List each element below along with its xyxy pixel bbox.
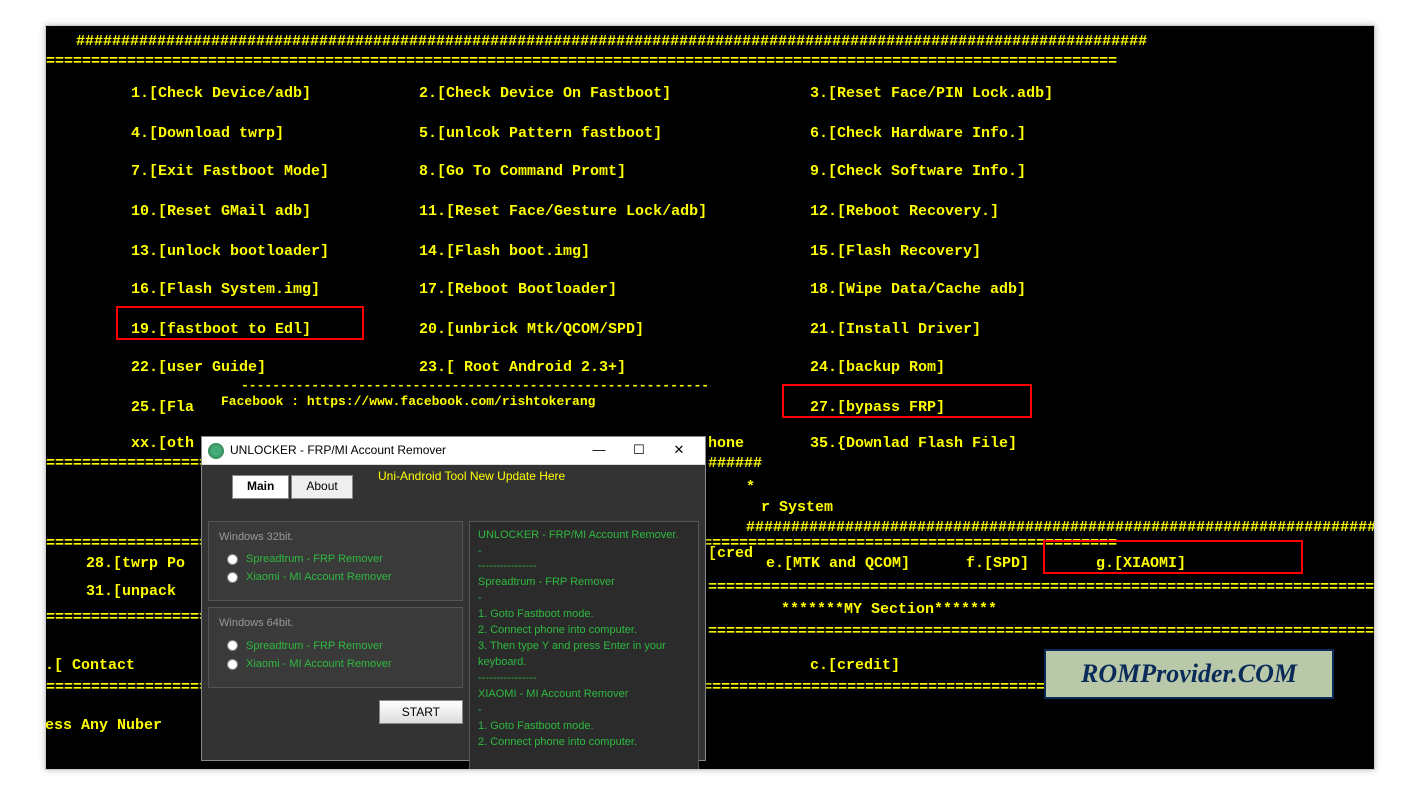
dash-2: ========================================… bbox=[46, 454, 216, 474]
frag-star: * bbox=[746, 478, 755, 498]
tab-about[interactable]: About bbox=[291, 475, 352, 499]
frag-cred: [cred bbox=[708, 544, 753, 564]
menu-14[interactable]: 14.[Flash boot.img] bbox=[419, 242, 590, 262]
maximize-button[interactable]: ☐ bbox=[619, 438, 659, 464]
menu-7[interactable]: 7.[Exit Fastboot Mode] bbox=[131, 162, 329, 182]
press-any: ress Any Nuber bbox=[45, 716, 162, 736]
dash-4: ========================================… bbox=[708, 578, 1375, 598]
group-32-title: Windows 32bit. bbox=[219, 530, 452, 544]
menu-28[interactable]: 28.[twrp Po bbox=[86, 554, 185, 574]
dash-mid: ----------------------------------------… bbox=[241, 378, 711, 395]
watermark-badge: ROMProvider.COM bbox=[1044, 649, 1334, 699]
dash-bar-1: ========================================… bbox=[46, 52, 1375, 72]
menu-xx[interactable]: xx.[oth bbox=[131, 434, 194, 454]
opt-a[interactable]: a.[ Contact bbox=[45, 656, 135, 676]
highlight-27 bbox=[782, 384, 1032, 418]
radio-64-xiaomi[interactable]: Xiaomi - MI Account Remover bbox=[227, 657, 452, 671]
dash-5: ========================================… bbox=[46, 608, 216, 628]
menu-25[interactable]: 25.[Fla bbox=[131, 398, 194, 418]
highlight-19 bbox=[116, 306, 364, 340]
radio-icon bbox=[227, 572, 238, 583]
menu-18[interactable]: 18.[Wipe Data/Cache adb] bbox=[810, 280, 1026, 300]
menu-13[interactable]: 13.[unlock bootloader] bbox=[131, 242, 329, 262]
start-button[interactable]: START bbox=[379, 700, 463, 724]
facebook-link[interactable]: Facebook : https://www.facebook.com/rish… bbox=[221, 394, 595, 411]
minimize-button[interactable]: — bbox=[579, 438, 619, 464]
menu-16[interactable]: 16.[Flash System.img] bbox=[131, 280, 320, 300]
left-panel: Windows 32bit. Spreadtrum - FRP Remover … bbox=[208, 521, 463, 770]
menu-8[interactable]: 8.[Go To Command Promt] bbox=[419, 162, 626, 182]
menu-2[interactable]: 2.[Check Device On Fastboot] bbox=[419, 84, 671, 104]
opt-e[interactable]: e.[MTK and QCOM] bbox=[766, 554, 910, 574]
menu-1[interactable]: 1.[Check Device/adb] bbox=[131, 84, 311, 104]
log-panel: UNLOCKER - FRP/MI Account Remover. - ---… bbox=[469, 521, 699, 770]
titlebar[interactable]: UNLOCKER - FRP/MI Account Remover — ☐ ✕ bbox=[202, 437, 705, 465]
frag-hone: hone bbox=[708, 434, 744, 454]
frag-rsystem: r System bbox=[761, 498, 833, 518]
radio-icon bbox=[227, 659, 238, 670]
radio-64-spreadtrum[interactable]: Spreadtrum - FRP Remover bbox=[227, 639, 452, 653]
menu-11[interactable]: 11.[Reset Face/Gesture Lock/adb] bbox=[419, 202, 707, 222]
terminal-window: ########################################… bbox=[46, 26, 1374, 769]
menu-35[interactable]: 35.{Downlad Flash File] bbox=[810, 434, 1017, 454]
dash-6: ========================================… bbox=[708, 622, 1375, 642]
menu-31[interactable]: 31.[unpack bbox=[86, 582, 176, 602]
highlight-g bbox=[1043, 540, 1303, 574]
menu-24[interactable]: 24.[backup Rom] bbox=[810, 358, 945, 378]
unlocker-dialog: UNLOCKER - FRP/MI Account Remover — ☐ ✕ … bbox=[201, 436, 706, 761]
group-64-title: Windows 64bit. bbox=[219, 616, 452, 630]
screenshot-frame: ########################################… bbox=[45, 25, 1375, 770]
radio-icon bbox=[227, 554, 238, 565]
radio-32-xiaomi[interactable]: Xiaomi - MI Account Remover bbox=[227, 570, 452, 584]
menu-3[interactable]: 3.[Reset Face/PIN Lock.adb] bbox=[810, 84, 1053, 104]
app-icon bbox=[208, 443, 224, 459]
radio-32-spreadtrum[interactable]: Spreadtrum - FRP Remover bbox=[227, 552, 452, 566]
menu-22[interactable]: 22.[user Guide] bbox=[131, 358, 266, 378]
menu-23[interactable]: 23.[ Root Android 2.3+] bbox=[419, 358, 626, 378]
opt-f[interactable]: f.[SPD] bbox=[966, 554, 1029, 574]
radio-icon bbox=[227, 640, 238, 651]
menu-17[interactable]: 17.[Reboot Bootloader] bbox=[419, 280, 617, 300]
menu-9[interactable]: 9.[Check Software Info.] bbox=[810, 162, 1026, 182]
menu-5[interactable]: 5.[unlcok Pattern fastboot] bbox=[419, 124, 662, 144]
group-64bit: Windows 64bit. Spreadtrum - FRP Remover … bbox=[208, 607, 463, 688]
hash-bar-top: ########################################… bbox=[76, 32, 1196, 52]
menu-10[interactable]: 10.[Reset GMail adb] bbox=[131, 202, 311, 222]
menu-21[interactable]: 21.[Install Driver] bbox=[810, 320, 981, 340]
my-section: *******MY Section******* bbox=[781, 600, 997, 620]
dialog-body: Uni-Android Tool New Update Here Main Ab… bbox=[202, 465, 705, 760]
menu-6[interactable]: 6.[Check Hardware Info.] bbox=[810, 124, 1026, 144]
menu-20[interactable]: 20.[unbrick Mtk/QCOM/SPD] bbox=[419, 320, 644, 340]
menu-12[interactable]: 12.[Reboot Recovery.] bbox=[810, 202, 999, 222]
opt-c[interactable]: c.[credit] bbox=[810, 656, 900, 676]
close-button[interactable]: ✕ bbox=[659, 438, 699, 464]
menu-15[interactable]: 15.[Flash Recovery] bbox=[810, 242, 981, 262]
menu-4[interactable]: 4.[Download twrp] bbox=[131, 124, 284, 144]
window-title: UNLOCKER - FRP/MI Account Remover bbox=[230, 443, 579, 459]
hash-small: ###### bbox=[708, 454, 762, 474]
tab-main[interactable]: Main bbox=[232, 475, 289, 499]
update-banner[interactable]: Uni-Android Tool New Update Here bbox=[378, 469, 565, 485]
group-32bit: Windows 32bit. Spreadtrum - FRP Remover … bbox=[208, 521, 463, 602]
